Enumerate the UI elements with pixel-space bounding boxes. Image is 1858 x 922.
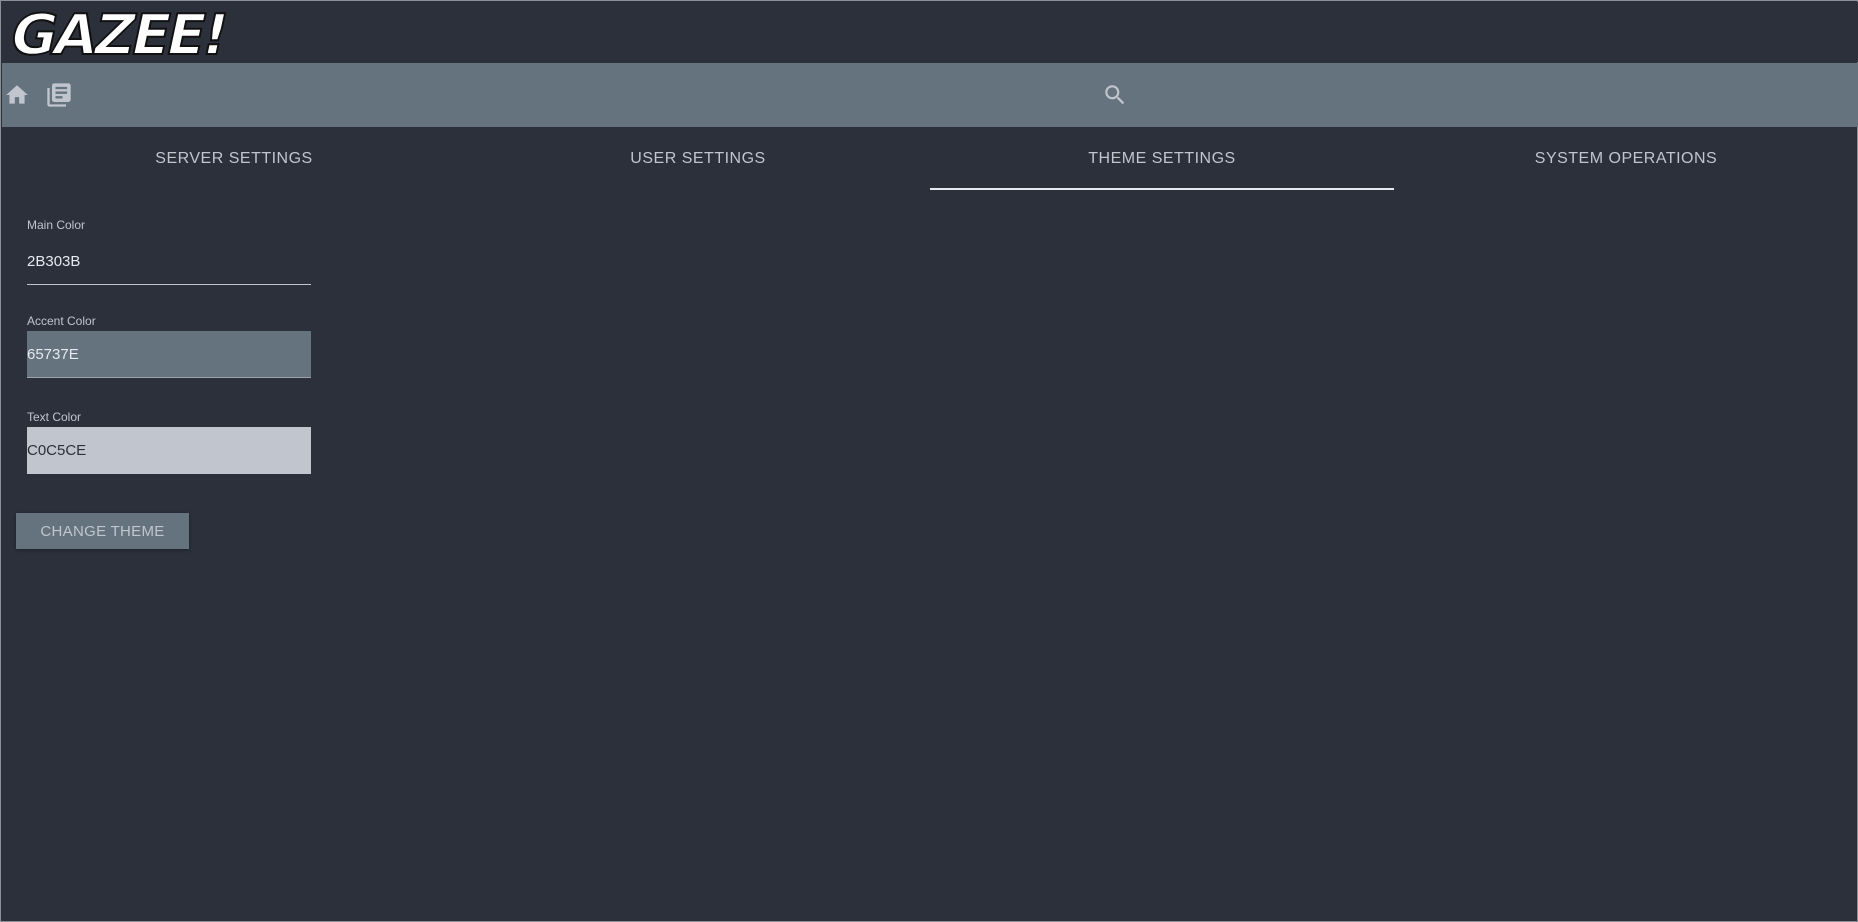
text-color-input[interactable] bbox=[27, 427, 311, 474]
tab-server-settings[interactable]: SERVER SETTINGS bbox=[2, 127, 466, 191]
home-icon[interactable] bbox=[3, 81, 31, 109]
tab-label: SYSTEM OPERATIONS bbox=[1534, 150, 1718, 167]
search-icon[interactable] bbox=[1101, 81, 1129, 109]
gazee-logo[interactable]: GAZEE! bbox=[6, 2, 246, 62]
main-color-input[interactable] bbox=[27, 235, 311, 285]
tab-label: SERVER SETTINGS bbox=[155, 150, 313, 167]
text-color-label: Text Color bbox=[27, 410, 82, 424]
tab-label: THEME SETTINGS bbox=[1088, 150, 1236, 167]
app-window: GAZEE! SERVER SETTINGS USER SETTINGS THE… bbox=[0, 0, 1858, 922]
library-icon[interactable] bbox=[45, 81, 73, 109]
settings-tabs: SERVER SETTINGS USER SETTINGS THEME SETT… bbox=[2, 127, 1858, 191]
tab-theme-settings[interactable]: THEME SETTINGS bbox=[930, 127, 1394, 191]
logo-wordmark: GAZEE! bbox=[6, 4, 233, 60]
main-toolbar bbox=[2, 63, 1858, 127]
tab-label: USER SETTINGS bbox=[630, 150, 766, 167]
app-header: GAZEE! bbox=[2, 2, 1858, 62]
tab-user-settings[interactable]: USER SETTINGS bbox=[466, 127, 930, 191]
text-color-field: Text Color bbox=[27, 407, 311, 474]
main-color-field: Main Color bbox=[27, 215, 311, 285]
main-color-label: Main Color bbox=[27, 218, 86, 232]
accent-color-field: Accent Color bbox=[27, 311, 311, 407]
tab-system-operations[interactable]: SYSTEM OPERATIONS bbox=[1394, 127, 1858, 191]
theme-form: Main Color Accent Color Text Color bbox=[27, 215, 311, 474]
accent-color-label: Accent Color bbox=[27, 314, 96, 328]
change-theme-button[interactable]: CHANGE THEME bbox=[16, 513, 189, 549]
svg-text:GAZEE!: GAZEE! bbox=[6, 4, 232, 60]
accent-color-input[interactable] bbox=[27, 331, 311, 378]
